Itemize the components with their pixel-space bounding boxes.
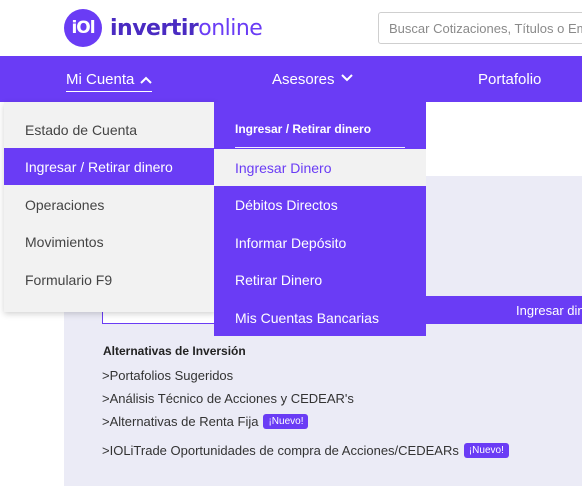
menu-item-ingresar-retirar[interactable]: Ingresar / Retirar dinero	[4, 148, 216, 185]
main-nav: Mi Cuenta Asesores Portafolio	[0, 56, 582, 102]
link-label: >Análisis Técnico de Acciones y CEDEAR's	[102, 391, 354, 406]
menu-item-estado-de-cuenta[interactable]: Estado de Cuenta	[4, 111, 216, 148]
logo-badge: iOl	[64, 9, 102, 47]
submenu-title: Ingresar / Retirar dinero	[235, 122, 372, 136]
submenu-item-debitos-directos[interactable]: Débitos Directos	[214, 186, 426, 223]
nav-mi-cuenta-label: Mi Cuenta	[66, 67, 153, 92]
link-iolitrade[interactable]: >IOLiTrade Oportunidades de compra de Ac…	[102, 443, 509, 458]
nav-portafolio-label: Portafolio	[478, 70, 542, 88]
submenu-item-mis-cuentas-bancarias[interactable]: Mis Cuentas Bancarias	[214, 299, 426, 336]
ingresar-dinero-button[interactable]: Ingresar dinero	[420, 296, 582, 324]
menu-item-movimientos[interactable]: Movimientos	[4, 223, 216, 260]
logo[interactable]: iOl invertironline	[64, 9, 263, 47]
chevron-up-icon	[140, 75, 153, 87]
nav-asesores-label: Asesores	[272, 70, 335, 88]
alternativas-title: Alternativas de Inversión	[103, 344, 246, 358]
link-analisis-tecnico[interactable]: >Análisis Técnico de Acciones y CEDEAR's	[102, 391, 354, 406]
nav-portafolio[interactable]: Portafolio	[478, 56, 541, 102]
menu-item-formulario-f9[interactable]: Formulario F9	[4, 261, 216, 298]
header: iOl invertironline	[0, 0, 582, 56]
link-label: >IOLiTrade Oportunidades de compra de Ac…	[102, 443, 459, 458]
link-portafolios-sugeridos[interactable]: >Portafolios Sugeridos	[102, 368, 233, 383]
submenu-item-informar-deposito[interactable]: Informar Depósito	[214, 224, 426, 261]
mi-cuenta-dropdown: Estado de Cuenta Ingresar / Retirar dine…	[4, 102, 216, 312]
nav-asesores[interactable]: Asesores	[272, 56, 353, 102]
search-input[interactable]	[378, 12, 582, 44]
logo-text-light: online	[198, 15, 263, 41]
submenu-divider	[235, 147, 405, 148]
logo-text-strong: invertir	[110, 15, 199, 41]
logo-text: invertironline	[110, 15, 263, 41]
link-renta-fija[interactable]: >Alternativas de Renta Fija ¡Nuevo!	[102, 414, 309, 429]
new-badge: ¡Nuevo!	[463, 443, 509, 458]
link-label: >Portafolios Sugeridos	[102, 368, 234, 383]
menu-item-operaciones[interactable]: Operaciones	[4, 186, 216, 223]
ingresar-retirar-submenu: Ingresar / Retirar dinero Ingresar Diner…	[214, 102, 426, 336]
chevron-down-icon	[340, 73, 353, 85]
nav-mi-cuenta[interactable]: Mi Cuenta	[66, 56, 153, 102]
submenu-item-retirar-dinero[interactable]: Retirar Dinero	[214, 261, 426, 298]
link-label: >Alternativas de Renta Fija	[102, 414, 259, 429]
submenu-item-ingresar-dinero[interactable]: Ingresar Dinero	[214, 149, 426, 186]
new-badge: ¡Nuevo!	[263, 414, 309, 429]
